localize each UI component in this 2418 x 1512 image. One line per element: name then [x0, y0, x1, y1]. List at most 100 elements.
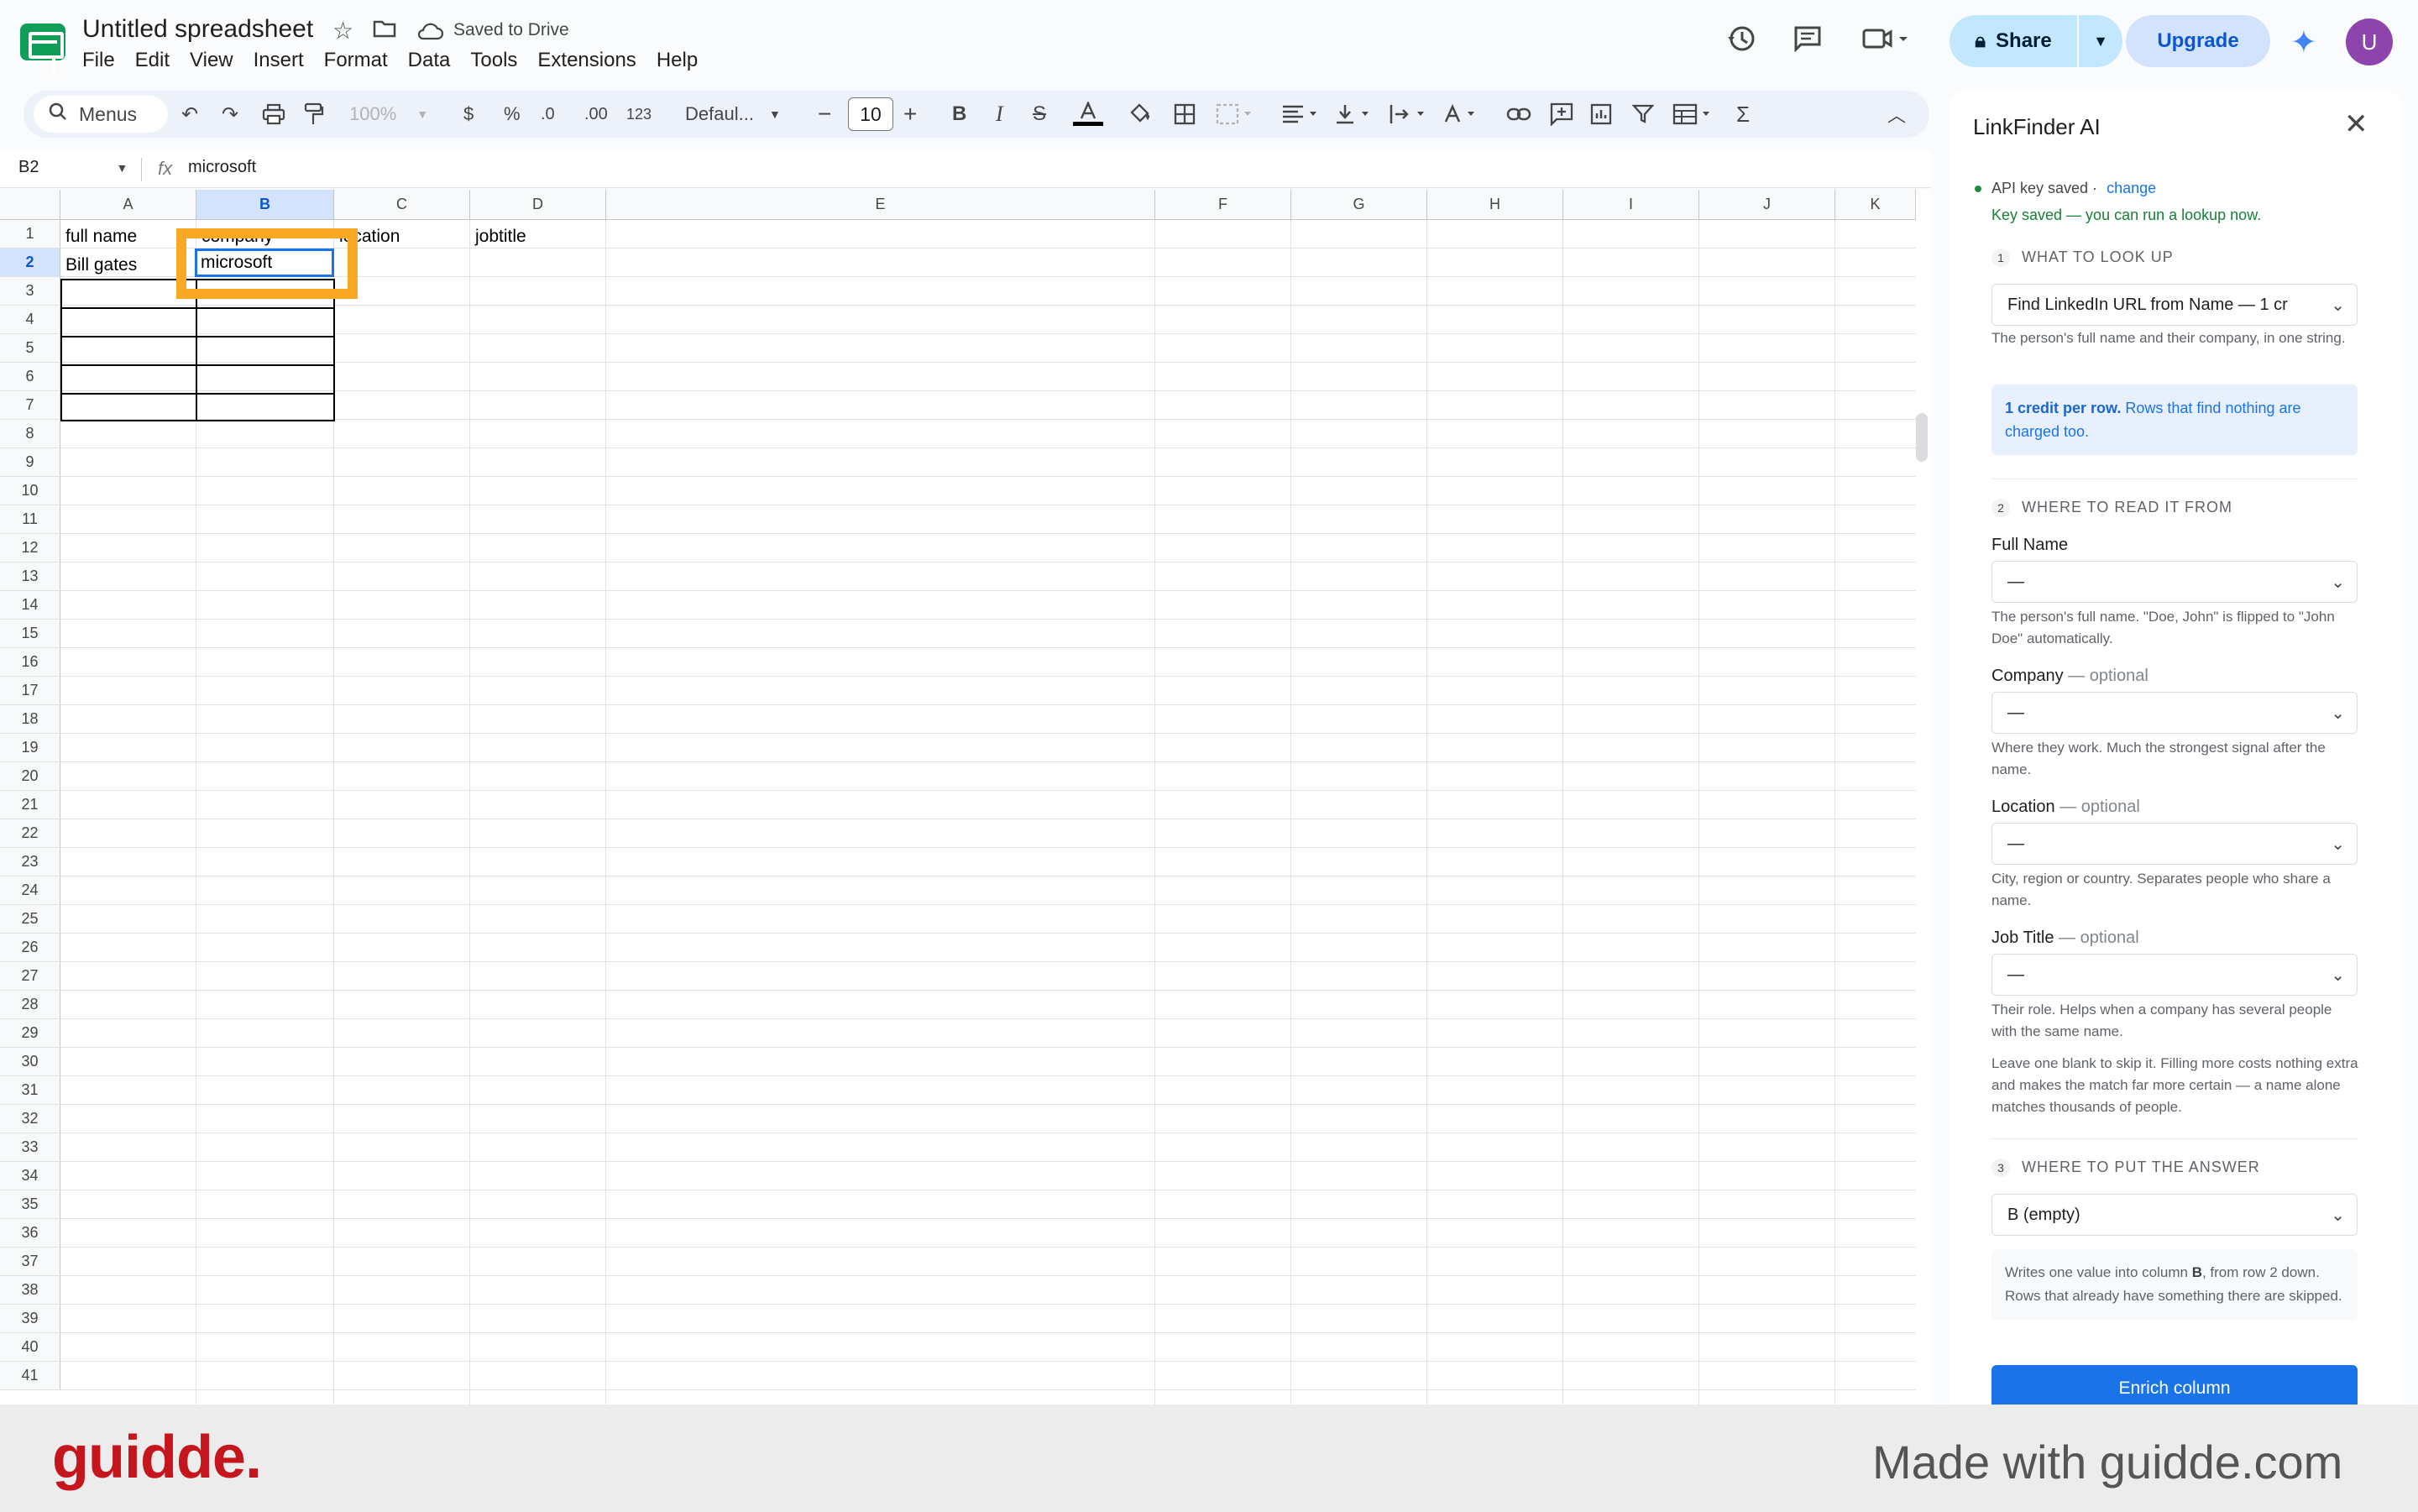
row-header[interactable]: 29	[0, 1019, 60, 1048]
output-column-select[interactable]: B (empty) ⌄	[1991, 1194, 2358, 1236]
share-dropdown-button[interactable]: ▼	[2079, 15, 2122, 67]
menu-insert[interactable]: Insert	[254, 49, 304, 72]
cell-d1[interactable]: jobtitle	[475, 227, 526, 247]
lookup-type-select[interactable]: Find LinkedIn URL from Name — 1 cr ⌄	[1991, 284, 2358, 326]
row-header[interactable]: 37	[0, 1248, 60, 1276]
row-header[interactable]: 34	[0, 1162, 60, 1190]
row-header[interactable]: 19	[0, 734, 60, 762]
fill-color-icon[interactable]	[1128, 99, 1154, 129]
row-header[interactable]: 22	[0, 819, 60, 848]
job-title-column-select[interactable]: — ⌄	[1991, 954, 2358, 996]
comments-icon[interactable]	[1793, 25, 1822, 58]
row-header[interactable]: 2	[0, 249, 60, 277]
collapse-toolbar-icon[interactable]: ︿	[1887, 99, 1906, 129]
menu-edit[interactable]: Edit	[135, 49, 170, 72]
decrease-decimal-button[interactable]: .0	[541, 99, 555, 129]
table-view-icon[interactable]	[1672, 99, 1713, 129]
column-header-h[interactable]: H	[1427, 190, 1563, 220]
redo-icon[interactable]: ↷	[222, 99, 238, 129]
cell-a2[interactable]: Bill gates	[65, 255, 137, 275]
location-column-select[interactable]: — ⌄	[1991, 823, 2358, 865]
column-header-j[interactable]: J	[1699, 190, 1835, 220]
full-name-column-select[interactable]: — ⌄	[1991, 561, 2358, 603]
column-header-i[interactable]: I	[1563, 190, 1699, 220]
row-header[interactable]: 28	[0, 991, 60, 1019]
row-header[interactable]: 15	[0, 620, 60, 648]
row-header[interactable]: 5	[0, 334, 60, 363]
row-header[interactable]: 27	[0, 962, 60, 991]
change-api-key-link[interactable]: change	[2107, 180, 2156, 196]
menu-format[interactable]: Format	[324, 49, 388, 72]
company-column-select[interactable]: — ⌄	[1991, 692, 2358, 734]
column-header-k[interactable]: K	[1835, 190, 1916, 220]
row-header[interactable]: 12	[0, 534, 60, 562]
vertical-align-icon[interactable]	[1335, 99, 1374, 129]
column-header-g[interactable]: G	[1291, 190, 1427, 220]
row-header[interactable]: 23	[0, 848, 60, 876]
row-header[interactable]: 9	[0, 448, 60, 477]
close-icon[interactable]: ✕	[2344, 107, 2368, 141]
row-header[interactable]: 32	[0, 1105, 60, 1133]
star-icon[interactable]: ☆	[332, 17, 353, 44]
menu-tools[interactable]: Tools	[470, 49, 517, 72]
row-header[interactable]: 16	[0, 648, 60, 677]
menu-extensions[interactable]: Extensions	[537, 49, 636, 72]
paint-format-icon[interactable]	[304, 99, 324, 129]
increase-decimal-button[interactable]: .00	[584, 99, 608, 129]
row-header[interactable]: 18	[0, 705, 60, 734]
font-size-input[interactable]: 10	[848, 97, 893, 131]
row-header[interactable]: 33	[0, 1133, 60, 1162]
menus-search-button[interactable]: Menus	[34, 96, 168, 133]
row-header[interactable]: 30	[0, 1048, 60, 1076]
menu-help[interactable]: Help	[657, 49, 698, 72]
row-header[interactable]: 20	[0, 762, 60, 791]
strikethrough-icon[interactable]: S	[1033, 99, 1046, 129]
cloud-saved-icon[interactable]	[416, 20, 444, 46]
merge-cells-icon[interactable]	[1216, 99, 1253, 129]
sheets-logo-icon[interactable]	[20, 24, 65, 76]
row-header[interactable]: 40	[0, 1333, 60, 1362]
column-header-b[interactable]: B	[196, 190, 334, 220]
column-header-c[interactable]: C	[334, 190, 470, 220]
formula-input[interactable]: microsoft	[188, 158, 256, 177]
menu-file[interactable]: File	[82, 49, 115, 72]
vertical-scrollbar[interactable]	[1916, 413, 1928, 462]
percent-format-button[interactable]: %	[504, 99, 521, 129]
row-header[interactable]: 31	[0, 1076, 60, 1105]
more-formats-button[interactable]: 123	[626, 99, 652, 129]
horizontal-align-icon[interactable]	[1281, 99, 1320, 129]
decrease-font-size-button[interactable]: −	[818, 99, 831, 129]
row-header[interactable]: 35	[0, 1190, 60, 1219]
row-header[interactable]: 21	[0, 791, 60, 819]
bold-button[interactable]: B	[952, 99, 966, 129]
upgrade-button[interactable]: Upgrade	[2126, 15, 2270, 67]
column-header-d[interactable]: D	[470, 190, 606, 220]
row-header[interactable]: 10	[0, 477, 60, 505]
undo-icon[interactable]: ↶	[181, 99, 198, 129]
cell-b2-editor[interactable]: microsoft	[201, 253, 272, 273]
row-header[interactable]: 7	[0, 391, 60, 420]
text-rotation-icon[interactable]	[1442, 99, 1481, 129]
row-header[interactable]: 38	[0, 1276, 60, 1305]
document-title[interactable]: Untitled spreadsheet	[82, 15, 313, 44]
menu-view[interactable]: View	[190, 49, 233, 72]
italic-button[interactable]: I	[996, 99, 1003, 129]
column-header-e[interactable]: E	[606, 190, 1155, 220]
insert-chart-icon[interactable]	[1590, 99, 1612, 129]
cell-a1[interactable]: full name	[65, 227, 137, 247]
currency-format-button[interactable]: $	[463, 99, 474, 129]
menu-data[interactable]: Data	[408, 49, 451, 72]
print-icon[interactable]	[262, 99, 285, 129]
text-color-icon[interactable]	[1073, 99, 1103, 129]
borders-icon[interactable]	[1174, 99, 1196, 129]
version-history-icon[interactable]	[1726, 24, 1756, 60]
insert-comment-icon[interactable]	[1550, 99, 1573, 129]
active-cell-b2[interactable]: microsoft	[195, 249, 334, 277]
row-header[interactable]: 36	[0, 1219, 60, 1248]
column-header-f[interactable]: F	[1155, 190, 1291, 220]
text-wrapping-icon[interactable]	[1389, 99, 1427, 129]
row-header[interactable]: 26	[0, 934, 60, 962]
row-header[interactable]: 41	[0, 1362, 60, 1390]
row-header[interactable]: 11	[0, 505, 60, 534]
column-header-a[interactable]: A	[60, 190, 196, 220]
